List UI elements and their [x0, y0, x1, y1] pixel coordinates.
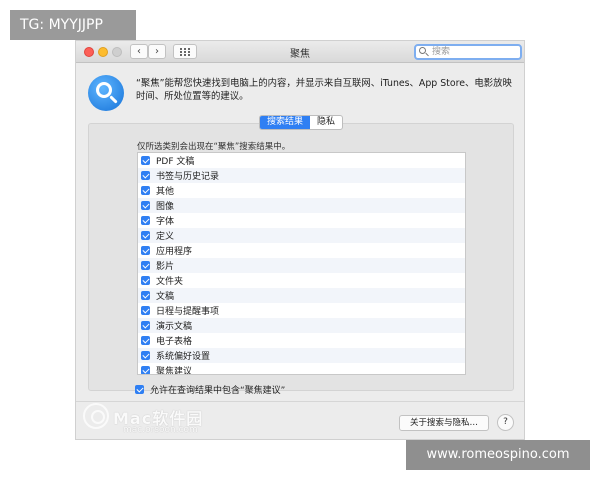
title-bar: ‹ › 聚焦 搜索	[76, 41, 524, 63]
checkbox-checked[interactable]	[141, 321, 150, 330]
watermark-top-left: TG: MYYJJPP	[10, 10, 136, 40]
checkbox-checked[interactable]	[141, 231, 150, 240]
search-results-panel: 仅所选类别会出现在“聚焦”搜索结果中。 PDF 文稿 书签与历史记录 其他 图像…	[88, 123, 514, 391]
list-item[interactable]: 图像	[138, 198, 465, 213]
pane-header: “聚焦”能帮您快速找到电脑上的内容，并显示来自互联网、iTunes、App St…	[88, 75, 518, 115]
allow-suggestions-option[interactable]: 允许在查询结果中包含“聚焦建议”	[135, 383, 285, 396]
category-label: PDF 文稿	[156, 157, 195, 167]
footer-divider	[76, 401, 524, 402]
category-label: 文件夹	[156, 277, 184, 287]
list-item[interactable]: 文件夹	[138, 273, 465, 288]
checkbox-checked[interactable]	[141, 246, 150, 255]
segmented-tabs: 搜索结果 隐私	[259, 115, 344, 130]
checkbox-checked[interactable]	[141, 276, 150, 285]
category-label: 书签与历史记录	[156, 172, 220, 182]
watermark-logo-url: mac.orsoon.com	[123, 425, 198, 435]
list-item[interactable]: 聚焦建议	[138, 363, 465, 375]
spotlight-icon	[88, 75, 124, 111]
watermark-logo: Mac软件园 mac.orsoon.com	[83, 403, 223, 437]
category-label: 字体	[156, 217, 175, 227]
category-label: 日程与提醒事项	[156, 307, 220, 317]
tab-search-results[interactable]: 搜索结果	[260, 116, 311, 129]
checkbox-checked[interactable]	[141, 291, 150, 300]
apple-logo-icon	[83, 403, 109, 429]
category-label: 电子表格	[156, 337, 193, 347]
list-item[interactable]: 电子表格	[138, 333, 465, 348]
list-item[interactable]: 书签与历史记录	[138, 168, 465, 183]
checkbox-checked[interactable]	[141, 156, 150, 165]
list-item[interactable]: 文稿	[138, 288, 465, 303]
list-item[interactable]: 定义	[138, 228, 465, 243]
preferences-window: ‹ › 聚焦 搜索 “聚焦”能帮您快速找到电脑上的内容，并显示来自互联网、iTu…	[75, 40, 525, 440]
tab-privacy[interactable]: 隐私	[310, 116, 342, 129]
checkbox-checked[interactable]	[141, 261, 150, 270]
pane-description: “聚焦”能帮您快速找到电脑上的内容，并显示来自互联网、iTunes、App St…	[136, 78, 512, 102]
category-label: 影片	[156, 262, 175, 272]
list-item[interactable]: 演示文稿	[138, 318, 465, 333]
search-field[interactable]: 搜索	[414, 44, 522, 60]
checkbox-checked[interactable]	[141, 336, 150, 345]
checkbox-checked[interactable]	[141, 351, 150, 360]
search-placeholder: 搜索	[432, 47, 451, 57]
list-item[interactable]: 字体	[138, 213, 465, 228]
list-item[interactable]: 影片	[138, 258, 465, 273]
help-button[interactable]: ?	[497, 414, 514, 431]
category-label: 文稿	[156, 292, 175, 302]
category-label: 演示文稿	[156, 322, 193, 332]
category-label: 其他	[156, 187, 175, 197]
list-item[interactable]: 其他	[138, 183, 465, 198]
allow-suggestions-checkbox[interactable]	[135, 385, 144, 394]
checkbox-checked[interactable]	[141, 366, 150, 374]
checkbox-checked[interactable]	[141, 216, 150, 225]
checkbox-checked[interactable]	[141, 201, 150, 210]
list-item[interactable]: 日程与提醒事项	[138, 303, 465, 318]
category-list[interactable]: PDF 文稿 书签与历史记录 其他 图像 字体 定义 应用程序 影片 文件夹 文…	[137, 152, 466, 375]
panel-instruction: 仅所选类别会出现在“聚焦”搜索结果中。	[137, 142, 291, 152]
about-search-privacy-button[interactable]: 关于搜索与隐私…	[399, 415, 489, 431]
category-label: 定义	[156, 232, 175, 242]
list-item[interactable]: 系统偏好设置	[138, 348, 465, 363]
category-label: 图像	[156, 202, 175, 212]
checkbox-checked[interactable]	[141, 171, 150, 180]
list-item[interactable]: PDF 文稿	[138, 153, 465, 168]
list-item[interactable]: 应用程序	[138, 243, 465, 258]
category-label: 应用程序	[156, 247, 193, 257]
allow-suggestions-label: 允许在查询结果中包含“聚焦建议”	[150, 386, 286, 396]
category-label: 聚焦建议	[156, 367, 193, 375]
watermark-bottom-right: www.romeospino.com	[406, 440, 590, 470]
search-icon	[419, 47, 426, 54]
checkbox-checked[interactable]	[141, 186, 150, 195]
checkbox-checked[interactable]	[141, 306, 150, 315]
category-label: 系统偏好设置	[156, 352, 211, 362]
